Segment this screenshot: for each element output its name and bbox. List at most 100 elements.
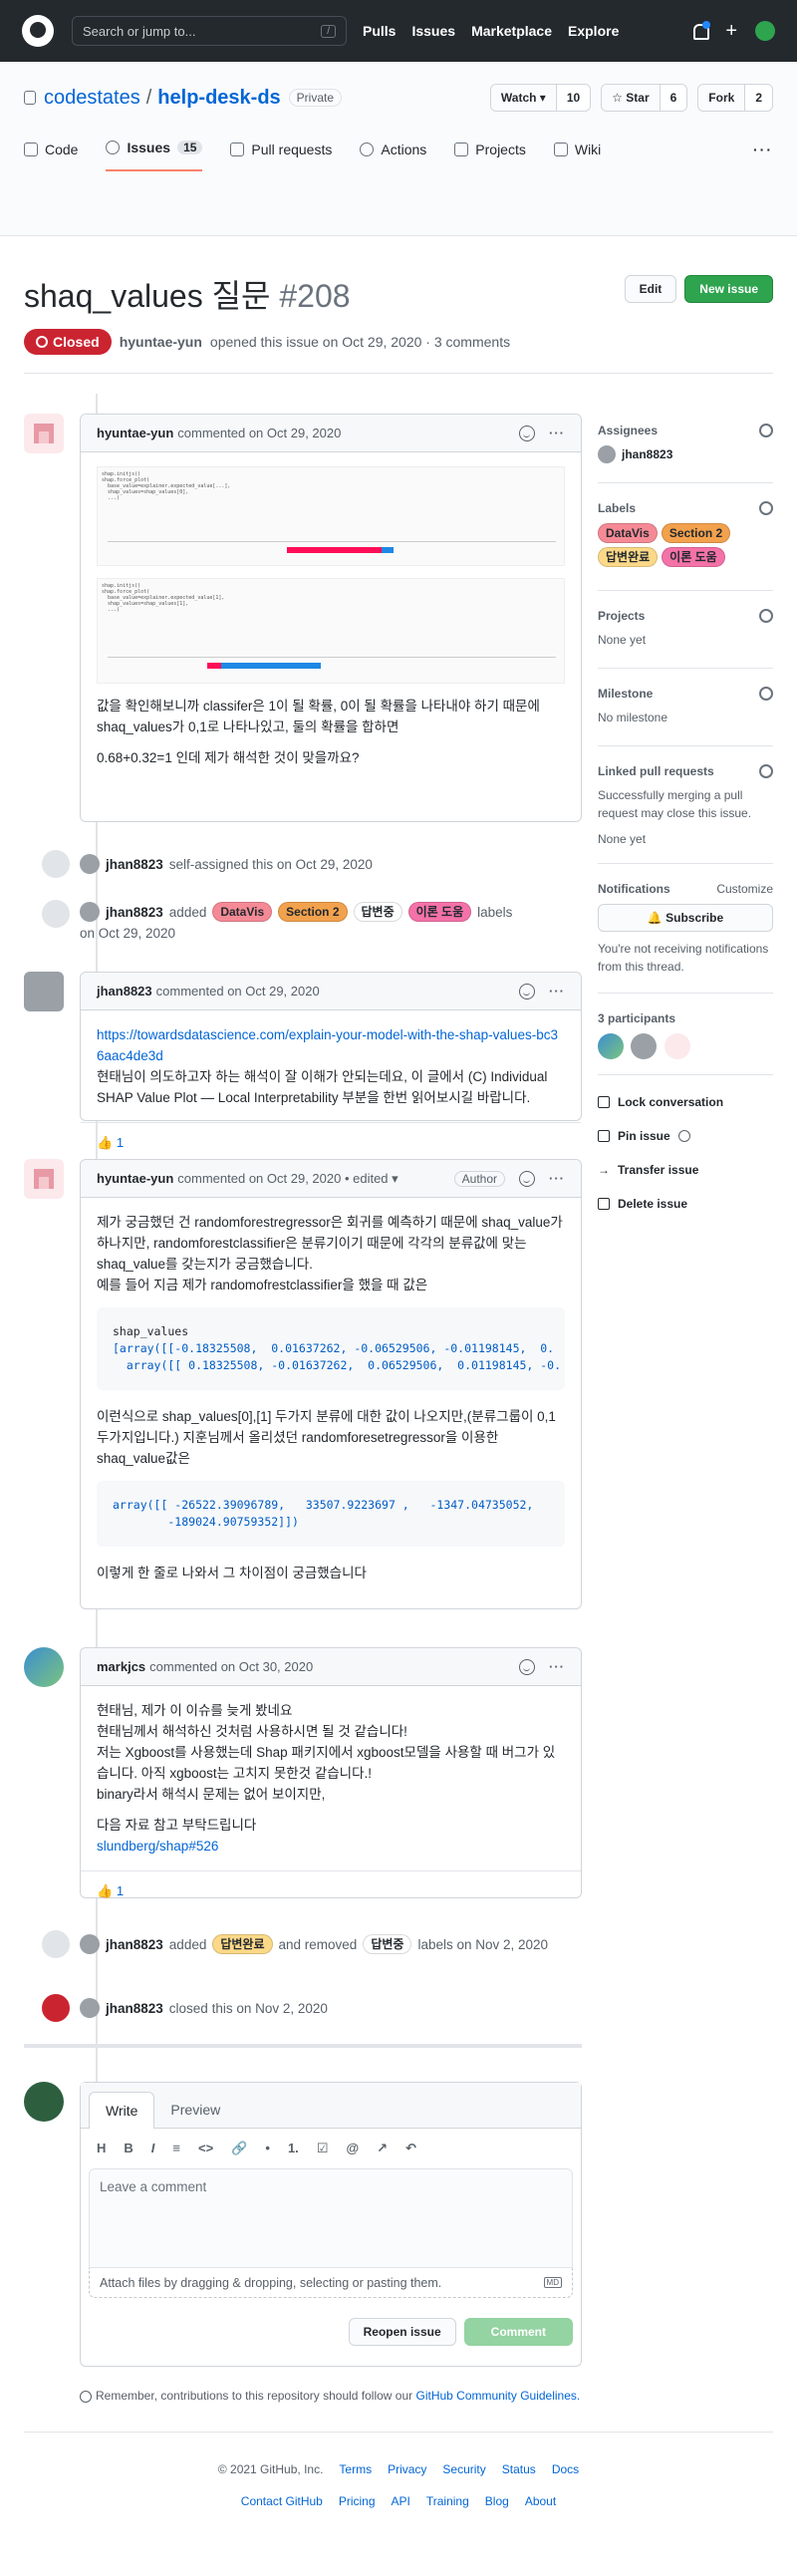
gear-icon[interactable] (759, 501, 773, 515)
fork-count[interactable]: 2 (744, 85, 772, 111)
user-avatar[interactable] (755, 21, 775, 41)
participant-avatar[interactable] (664, 1033, 690, 1059)
code-icon[interactable]: <> (198, 2141, 213, 2156)
preview-tab[interactable]: Preview (154, 2092, 236, 2128)
transfer-issue-button[interactable]: → Transfer issue (598, 1163, 698, 1177)
info-icon[interactable] (677, 1130, 690, 1142)
gear-icon[interactable] (759, 424, 773, 437)
comment-author[interactable]: hyuntae-yun (97, 1171, 173, 1186)
event-user[interactable]: jhan8823 (106, 1937, 163, 1952)
quote-icon[interactable]: ≡ (172, 2141, 180, 2156)
label-theory-help[interactable]: 이론 도움 (407, 902, 472, 922)
comment-menu-icon[interactable]: ··· (549, 1171, 565, 1186)
pin-issue-button[interactable]: Pin issue (598, 1129, 690, 1143)
avatar[interactable] (24, 1159, 64, 1199)
watch-count[interactable]: 10 (555, 85, 591, 111)
avatar[interactable] (80, 1998, 100, 2018)
footer-link-pricing[interactable]: Pricing (339, 2494, 376, 2508)
delete-issue-button[interactable]: Delete issue (598, 1197, 687, 1211)
article-link[interactable]: https://towardsdatascience.com/explain-y… (97, 1024, 565, 1066)
github-logo-icon[interactable] (22, 15, 54, 47)
assignee-name[interactable]: jhan8823 (622, 447, 672, 461)
repo-owner-link[interactable]: codestates (44, 87, 140, 110)
event-user[interactable]: jhan8823 (106, 2001, 163, 2016)
customize-link[interactable]: Customize (716, 882, 773, 896)
cross-reference-icon[interactable]: ↗ (377, 2141, 388, 2156)
more-menu-icon[interactable]: ··· (753, 142, 773, 171)
new-issue-button[interactable]: New issue (684, 275, 773, 303)
gear-icon[interactable] (759, 609, 773, 623)
label-datavis[interactable]: DataVis (598, 523, 658, 543)
add-reaction-icon[interactable] (519, 425, 535, 441)
tab-actions[interactable]: Actions (360, 142, 426, 171)
footer-link-status[interactable]: Status (502, 2462, 536, 2476)
avatar[interactable] (24, 414, 64, 453)
fork-button[interactable]: Fork 2 (697, 84, 773, 112)
avatar[interactable] (80, 854, 100, 874)
footer-link-about[interactable]: About (525, 2494, 556, 2508)
participant-avatar[interactable] (598, 1033, 624, 1059)
participant-avatar[interactable] (631, 1033, 658, 1059)
heading-icon[interactable]: H (97, 2141, 106, 2156)
label-answered[interactable]: 답변완료 (598, 547, 659, 567)
create-new-plus-icon[interactable]: + (725, 20, 737, 43)
gear-icon[interactable] (759, 687, 773, 701)
comment-button[interactable]: Comment (463, 2318, 573, 2346)
label-section-2[interactable]: Section 2 (661, 523, 731, 543)
edit-title-button[interactable]: Edit (624, 275, 677, 303)
gear-icon[interactable] (759, 764, 773, 778)
add-reaction-icon[interactable] (519, 983, 535, 1000)
label-theory-help[interactable]: 이론 도움 (662, 547, 725, 567)
bold-icon[interactable]: B (124, 2141, 133, 2156)
add-reaction-icon[interactable] (519, 1658, 535, 1675)
nav-pulls[interactable]: Pulls (363, 23, 396, 39)
tab-issues[interactable]: Issues 15 (106, 140, 203, 171)
avatar[interactable] (24, 2082, 64, 2122)
comment-menu-icon[interactable]: ··· (549, 984, 565, 999)
numbered-list-icon[interactable]: 1. (288, 2141, 299, 2156)
nav-marketplace[interactable]: Marketplace (471, 23, 552, 39)
markdown-icon[interactable]: MD (543, 2277, 562, 2288)
task-list-icon[interactable]: ☑ (317, 2141, 329, 2156)
avatar[interactable] (80, 902, 100, 922)
label-replying[interactable]: 답변중 (353, 902, 402, 922)
event-user[interactable]: jhan8823 (106, 857, 163, 872)
repo-name-link[interactable]: help-desk-ds (157, 87, 280, 110)
avatar[interactable] (24, 1647, 64, 1687)
file-attach-area[interactable]: Attach files by dragging & dropping, sel… (89, 2268, 573, 2298)
thumbs-up-reaction[interactable]: 👍 1 (97, 1135, 124, 1151)
comment-menu-icon[interactable]: ··· (549, 1659, 565, 1674)
event-user[interactable]: jhan8823 (106, 905, 163, 920)
comment-author[interactable]: jhan8823 (97, 984, 152, 999)
bullet-list-icon[interactable]: • (265, 2141, 270, 2156)
thumbs-up-reaction[interactable]: 👍 1 (97, 1883, 124, 1899)
footer-link-terms[interactable]: Terms (339, 2462, 372, 2476)
issue-author[interactable]: hyuntae-yun (120, 334, 202, 350)
footer-link-privacy[interactable]: Privacy (388, 2462, 426, 2476)
nav-explore[interactable]: Explore (568, 23, 619, 39)
tab-code[interactable]: Code (24, 142, 78, 171)
tab-projects[interactable]: Projects (454, 142, 526, 171)
footer-link-security[interactable]: Security (442, 2462, 485, 2476)
label-section-2[interactable]: Section 2 (278, 902, 348, 922)
comment-author[interactable]: markjcs (97, 1659, 145, 1674)
avatar[interactable] (80, 1934, 100, 1954)
link-icon[interactable]: 🔗 (231, 2141, 247, 2156)
italic-icon[interactable]: I (151, 2141, 155, 2156)
comment-author[interactable]: hyuntae-yun (97, 426, 173, 440)
reply-icon[interactable]: ↶ (405, 2141, 416, 2156)
search-input[interactable]: Search or jump to... / (72, 16, 347, 46)
write-tab[interactable]: Write (89, 2092, 155, 2129)
footer-link-docs[interactable]: Docs (552, 2462, 579, 2476)
notifications-bell-icon[interactable] (691, 21, 711, 40)
community-guidelines-link[interactable]: GitHub Community Guidelines. (416, 2389, 581, 2403)
label-replying[interactable]: 답변중 (363, 1934, 412, 1954)
star-count[interactable]: 6 (659, 85, 687, 111)
lock-conversation-button[interactable]: Lock conversation (598, 1095, 723, 1109)
tab-wiki[interactable]: Wiki (553, 142, 601, 171)
watch-button[interactable]: Watch ▾ 10 (489, 84, 592, 112)
footer-link-contact[interactable]: Contact GitHub (241, 2494, 323, 2508)
avatar[interactable] (24, 972, 64, 1011)
issue-reference-link[interactable]: slundberg/shap#526 (97, 1839, 218, 1854)
label-answered[interactable]: 답변완료 (212, 1934, 273, 1954)
